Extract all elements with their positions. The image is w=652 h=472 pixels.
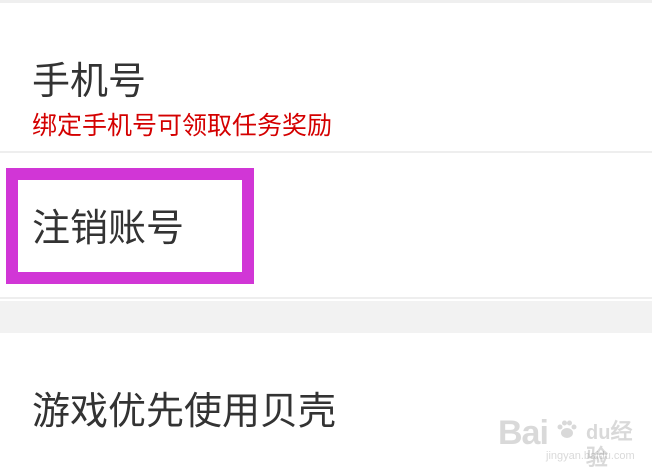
cancel-account-title: 注销账号 [32,206,185,250]
settings-screen: 手机号 绑定手机号可领取任务奖励 注销账号 游戏优先使用贝壳 Bai du经验 … [0,0,652,472]
watermark-url: jingyan.baidu.com [546,450,635,462]
cancel-account-row[interactable]: 注销账号 [0,155,652,299]
baidu-jingyan-watermark: Bai du经验 jingyan.baidu.com [498,414,638,471]
phone-setting-title: 手机号 [32,59,147,103]
watermark-logo-text: Bai [498,414,549,452]
game-priority-shell-title: 游戏优先使用贝壳 [32,389,337,433]
watermark-du-text: du [586,422,611,444]
phone-setting-subtitle: 绑定手机号可领取任务奖励 [32,111,333,140]
phone-setting-row[interactable]: 手机号 绑定手机号可领取任务奖励 [0,3,652,153]
watermark-logo: Bai [498,414,549,452]
paw-icon [557,420,577,438]
section-divider [0,301,652,333]
watermark-cn-text: du经验 [586,420,638,472]
